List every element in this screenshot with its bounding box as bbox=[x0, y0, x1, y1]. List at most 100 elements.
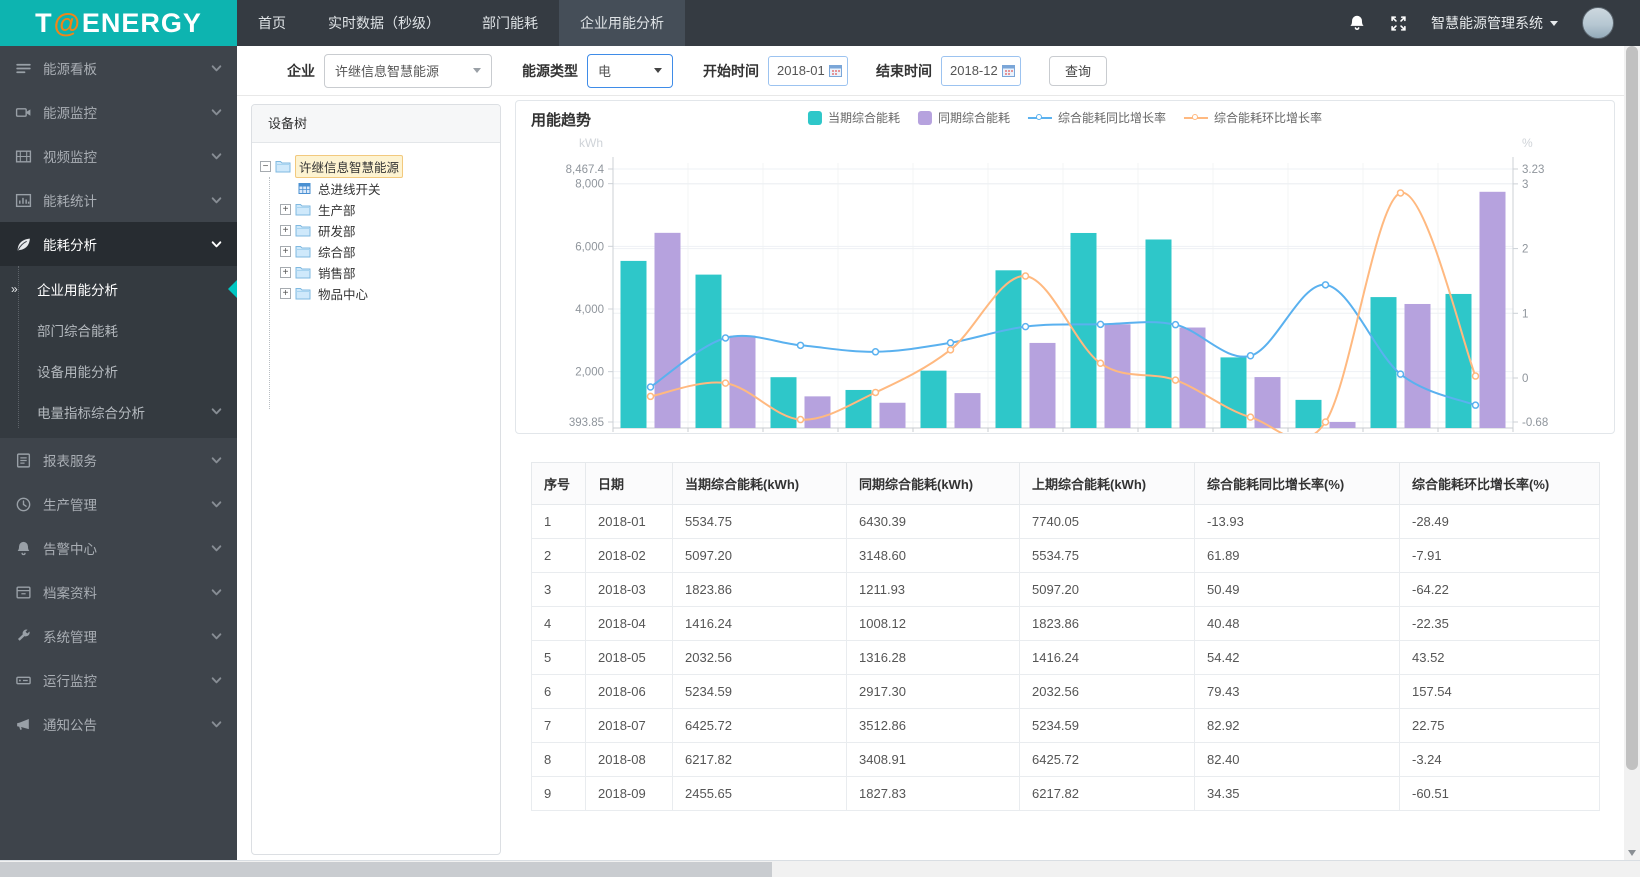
tree-node-label[interactable]: 总进线开关 bbox=[315, 178, 384, 199]
table-cell: 5097.20 bbox=[1019, 572, 1195, 607]
sidebar-item[interactable]: 通知公告 bbox=[0, 702, 237, 746]
expand-plus-icon[interactable]: + bbox=[280, 246, 291, 257]
nav-tab[interactable]: 部门能耗 bbox=[461, 0, 559, 46]
fullscreen-icon[interactable] bbox=[1390, 15, 1407, 32]
table-cell: 2455.65 bbox=[672, 776, 847, 811]
table-row[interactable]: 8 2018-08 6217.82 3408.91 6425.72 82.40 -3.24 bbox=[531, 742, 1600, 777]
table-cell: 6430.39 bbox=[846, 504, 1020, 539]
tree-node[interactable]: + 研发部 bbox=[260, 220, 492, 241]
table-row[interactable]: 2 2018-02 5097.20 3148.60 5534.75 61.89 -7.91 bbox=[531, 538, 1600, 573]
system-title-menu[interactable]: 智慧能源管理系统 bbox=[1431, 13, 1558, 33]
energy-type-select[interactable]: 电 bbox=[587, 53, 673, 88]
sidebar-item[interactable]: 生产管理 bbox=[0, 482, 237, 526]
sidebar-item[interactable]: 报表服务 bbox=[0, 438, 237, 482]
tree-node[interactable]: + 综合部 bbox=[260, 241, 492, 262]
sidebar-item[interactable]: 告警中心 bbox=[0, 526, 237, 570]
bar-previous-period bbox=[804, 396, 831, 428]
table-row[interactable]: 6 2018-06 5234.59 2917.30 2032.56 79.43 157.54 bbox=[531, 674, 1600, 709]
vertical-scrollbar[interactable] bbox=[1624, 46, 1640, 860]
expand-plus-icon[interactable]: + bbox=[280, 288, 291, 299]
tree-node[interactable]: + 销售部 bbox=[260, 262, 492, 283]
notification-bell-icon[interactable] bbox=[1348, 14, 1366, 32]
table-row[interactable]: 3 2018-03 1823.86 1211.93 5097.20 50.49 -64.22 bbox=[531, 572, 1600, 607]
horizontal-scrollbar[interactable] bbox=[0, 860, 1640, 877]
nav-tab[interactable]: 企业用能分析 bbox=[559, 0, 685, 46]
end-date-input[interactable]: 2018-12 bbox=[941, 55, 1021, 86]
sidebar-item[interactable]: 运行监控 bbox=[0, 658, 237, 702]
submenu-item[interactable]: 部门综合能耗 bbox=[0, 309, 237, 350]
tree-node-label[interactable]: 综合部 bbox=[315, 241, 359, 262]
logo-text-energy: ENERGY bbox=[81, 7, 202, 38]
collapse-minus-icon[interactable]: − bbox=[260, 161, 271, 172]
sidebar-item[interactable]: 能源看板 bbox=[0, 46, 237, 90]
table-cell: 5234.59 bbox=[1019, 708, 1195, 743]
start-date-input[interactable]: 2018-01 bbox=[768, 55, 848, 86]
table-cell: 2032.56 bbox=[1019, 674, 1195, 709]
line-point-marker bbox=[721, 334, 730, 342]
folder-icon bbox=[295, 224, 311, 237]
query-button[interactable]: 查询 bbox=[1049, 55, 1108, 86]
folder-icon bbox=[295, 287, 311, 300]
main-content: 企业 许继信息智慧能源 能源类型 电 开始时间 2018-01 结束时间 201… bbox=[237, 46, 1624, 860]
tree-node-label[interactable]: 研发部 bbox=[315, 220, 359, 241]
line-point-marker bbox=[871, 348, 880, 356]
legend-item[interactable]: 综合能耗环比增长率 bbox=[1184, 109, 1322, 126]
sidebar-submenu: » 企业用能分析 部门综合能耗 设备用能分析 电量指标综合分析 bbox=[0, 266, 237, 438]
top-nav: 首页 实时数据（秒级） 部门能耗 企业用能分析 bbox=[237, 0, 685, 46]
table-cell: 3512.86 bbox=[846, 708, 1020, 743]
line-point-marker bbox=[721, 379, 730, 387]
sidebar-item[interactable]: 档案资料 bbox=[0, 570, 237, 614]
device-tree: − 许继信息智慧能源 总进线开关 + 生产部 + 研发部 + 综合部 + 销售部 + 物品中心 bbox=[252, 143, 500, 409]
expand-plus-icon[interactable]: + bbox=[280, 204, 291, 215]
legend-item[interactable]: 综合能耗同比增长率 bbox=[1028, 109, 1166, 126]
company-select[interactable]: 许继信息智慧能源 bbox=[324, 53, 492, 88]
sidebar-item[interactable]: 能耗分析 bbox=[0, 222, 237, 266]
expand-plus-icon[interactable]: + bbox=[280, 225, 291, 236]
tree-node[interactable]: + 物品中心 bbox=[260, 283, 492, 304]
table-cell: -60.51 bbox=[1399, 776, 1600, 811]
scroll-down-arrow-icon[interactable] bbox=[1628, 850, 1636, 856]
table-cell: 1 bbox=[531, 504, 586, 539]
energy-trend-chart[interactable]: 393.85 2,000 4,000 6,000 8,000 8,467.4 -0.68 0 1… bbox=[516, 101, 1614, 433]
tree-node[interactable]: + 生产部 bbox=[260, 199, 492, 220]
table-cell: 2018-06 bbox=[585, 674, 673, 709]
folder-open-icon bbox=[275, 160, 291, 173]
tree-node-label[interactable]: 许继信息智慧能源 bbox=[295, 155, 404, 178]
submenu-item[interactable]: 电量指标综合分析 bbox=[0, 391, 237, 432]
table-row[interactable]: 7 2018-07 6425.72 3512.86 5234.59 82.92 22.75 bbox=[531, 708, 1600, 743]
tree-node-label[interactable]: 销售部 bbox=[315, 262, 359, 283]
line-point-marker bbox=[1396, 189, 1405, 197]
horizontal-scrollbar-thumb[interactable] bbox=[0, 862, 772, 877]
line-point-marker bbox=[871, 388, 880, 397]
sidebar: 能源看板 能源监控 视频监控 能耗统计 能耗分析 » 企业用能分析 部门综合能耗 设备用能分析电… bbox=[0, 46, 237, 860]
sidebar-item-label: 生产管理 bbox=[43, 498, 97, 513]
sidebar-item[interactable]: 系统管理 bbox=[0, 614, 237, 658]
avatar[interactable] bbox=[1582, 7, 1614, 39]
nav-tab[interactable]: 实时数据（秒级） bbox=[307, 0, 461, 46]
legend-item[interactable]: 当期综合能耗 bbox=[807, 109, 900, 126]
table-row[interactable]: 4 2018-04 1416.24 1008.12 1823.86 40.48 -22.35 bbox=[531, 606, 1600, 641]
table-row[interactable]: 9 2018-09 2455.65 1827.83 6217.82 34.35 -60.51 bbox=[531, 776, 1600, 811]
archive-icon bbox=[15, 584, 32, 601]
left-axis-unit: kWh bbox=[579, 136, 603, 150]
sidebar-item[interactable]: 视频监控 bbox=[0, 134, 237, 178]
table-row[interactable]: 1 2018-01 5534.75 6430.39 7740.05 -13.93 -28.4… bbox=[531, 504, 1600, 539]
legend-item[interactable]: 同期综合能耗 bbox=[917, 109, 1010, 126]
sidebar-item[interactable]: 能源监控 bbox=[0, 90, 237, 134]
submenu-item[interactable]: » 企业用能分析 bbox=[0, 268, 237, 309]
drive-icon bbox=[15, 672, 32, 689]
sidebar-item[interactable]: 能耗统计 bbox=[0, 178, 237, 222]
tree-node-label[interactable]: 生产部 bbox=[315, 199, 359, 220]
tree-node-label[interactable]: 物品中心 bbox=[315, 283, 371, 304]
tree-node[interactable]: 总进线开关 bbox=[260, 178, 492, 199]
nav-tab[interactable]: 首页 bbox=[237, 0, 307, 46]
expand-plus-icon[interactable]: + bbox=[280, 267, 291, 278]
submenu-item[interactable]: 设备用能分析 bbox=[0, 350, 237, 391]
tree-node-root[interactable]: − 许继信息智慧能源 bbox=[260, 155, 492, 178]
chevron-down-icon bbox=[211, 587, 222, 598]
vertical-scrollbar-thumb[interactable] bbox=[1626, 46, 1638, 770]
table-row[interactable]: 5 2018-05 2032.56 1316.28 1416.24 54.42 43.52 bbox=[531, 640, 1600, 675]
sidebar-item-label: 档案资料 bbox=[43, 586, 97, 601]
table-cell: 1827.83 bbox=[846, 776, 1020, 811]
sidebar-item-label: 报表服务 bbox=[43, 454, 97, 469]
